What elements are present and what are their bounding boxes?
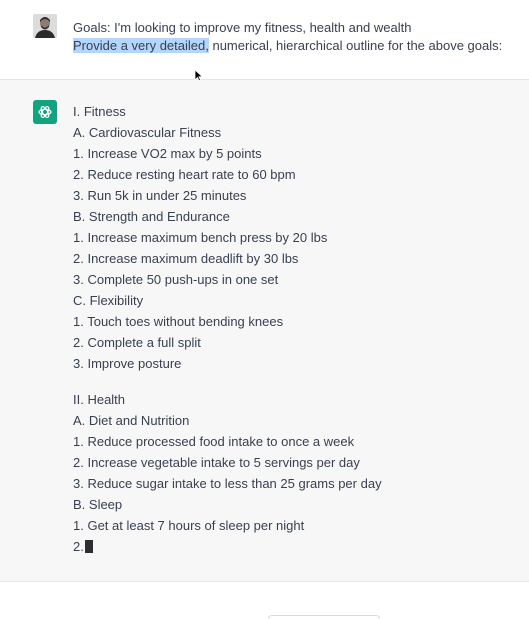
outline-line-text: 3. Improve posture bbox=[73, 356, 182, 371]
outline-line-text: I. Fitness bbox=[73, 104, 126, 119]
assistant-message: I. Fitness A. Cardiovascular Fitness 1. In… bbox=[0, 80, 529, 582]
outline-line-text: 1. Get at least 7 hours of sleep per nig… bbox=[73, 518, 305, 533]
selected-text: Provide a very detailed, bbox=[73, 38, 209, 53]
user-line-2-rest: numerical, hierarchical outline for the … bbox=[208, 38, 503, 53]
outline-line: A. Diet and Nutrition bbox=[73, 410, 513, 431]
outline-line: 1. Get at least 7 hours of sleep per nig… bbox=[73, 515, 513, 536]
outline-line: 3. Reduce sugar intake to less than 25 g… bbox=[73, 473, 513, 494]
outline-line-text: 2. bbox=[73, 539, 84, 554]
outline-line: 3. Complete 50 push-ups in one set bbox=[73, 269, 513, 290]
streaming-cursor bbox=[84, 540, 93, 553]
assistant-outline-text: I. Fitness A. Cardiovascular Fitness 1. In… bbox=[73, 101, 513, 557]
outline-line: B. Sleep bbox=[73, 494, 513, 515]
outline-spacer bbox=[73, 374, 513, 389]
outline-line: 2. Reduce resting heart rate to 60 bpm bbox=[73, 164, 513, 185]
outline-line-text: B. Strength and Endurance bbox=[73, 209, 230, 224]
outline-line: 1. Increase VO2 max by 5 points bbox=[73, 143, 513, 164]
outline-line: II. Health bbox=[73, 389, 513, 410]
outline-line: 3. Run 5k in under 25 minutes bbox=[73, 185, 513, 206]
outline-line: 2. bbox=[73, 536, 513, 557]
outline-line-text: II. Health bbox=[73, 392, 126, 407]
outline-line-text: 1. Reduce processed food intake to once … bbox=[73, 434, 355, 449]
outline-line-text: 2. Increase maximum deadlift by 30 lbs bbox=[73, 251, 299, 266]
outline-line-text: 2. Reduce resting heart rate to 60 bpm bbox=[73, 167, 296, 182]
chat-page: Goals: I'm looking to improve my fitness… bbox=[0, 0, 529, 619]
outline-line: 1. Increase maximum bench press by 20 lb… bbox=[73, 227, 513, 248]
outline-line: 3. Improve posture bbox=[73, 353, 513, 374]
chatgpt-logo-icon bbox=[33, 100, 57, 124]
outline-line-text: 1. Touch toes without bending knees bbox=[73, 314, 284, 329]
outline-line-text: 1. Increase VO2 max by 5 points bbox=[73, 146, 262, 161]
user-line-2: Provide a very detailed, numerical, hier… bbox=[73, 37, 513, 55]
outline-line: I. Fitness bbox=[73, 101, 513, 122]
outline-line: 2. Complete a full split bbox=[73, 332, 513, 353]
outline-line-text: C. Flexibility bbox=[73, 293, 144, 308]
outline-line-text: 3. Complete 50 push-ups in one set bbox=[73, 272, 279, 287]
outline-line: 1. Touch toes without bending knees bbox=[73, 311, 513, 332]
user-message-text: Goals: I'm looking to improve my fitness… bbox=[73, 19, 513, 55]
outline-line-text: 2. Increase vegetable intake to 5 servin… bbox=[73, 455, 360, 470]
outline-line-text: A. Cardiovascular Fitness bbox=[73, 125, 222, 140]
outline-line-text: 1. Increase maximum bench press by 20 lb… bbox=[73, 230, 328, 245]
outline-line: 2. Increase vegetable intake to 5 servin… bbox=[73, 452, 513, 473]
regenerate-button[interactable] bbox=[268, 615, 380, 619]
outline-line-text: 3. Run 5k in under 25 minutes bbox=[73, 188, 247, 203]
outline-line: A. Cardiovascular Fitness bbox=[73, 122, 513, 143]
outline-line-text: 2. Complete a full split bbox=[73, 335, 201, 350]
outline-line: 2. Increase maximum deadlift by 30 lbs bbox=[73, 248, 513, 269]
user-avatar-icon bbox=[33, 14, 57, 38]
bottom-area bbox=[0, 582, 529, 619]
outline-line: B. Strength and Endurance bbox=[73, 206, 513, 227]
outline-line: 1. Reduce processed food intake to once … bbox=[73, 431, 513, 452]
outline-line-text: A. Diet and Nutrition bbox=[73, 413, 190, 428]
user-message: Goals: I'm looking to improve my fitness… bbox=[0, 0, 529, 83]
outline-line-text: B. Sleep bbox=[73, 497, 123, 512]
outline-line: C. Flexibility bbox=[73, 290, 513, 311]
outline-line-text: 3. Reduce sugar intake to less than 25 g… bbox=[73, 476, 382, 491]
user-line-1: Goals: I'm looking to improve my fitness… bbox=[73, 20, 412, 35]
